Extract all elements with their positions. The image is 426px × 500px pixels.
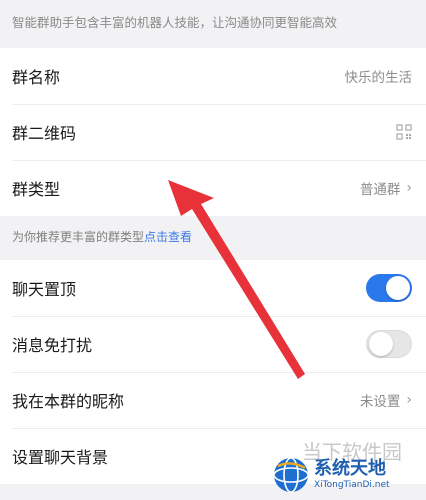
mute-label: 消息免打扰: [12, 336, 93, 355]
watermark-sub: XiTongTianDi.net: [314, 480, 390, 490]
nickname-row[interactable]: 我在本群的昵称 未设置 ›: [0, 372, 426, 428]
pin-chat-label: 聊天置顶: [12, 280, 77, 299]
group-settings-page: 智能群助手包含丰富的机器人技能，让沟通协同更智能高效 群名称 快乐的生活 群二维…: [0, 0, 426, 500]
nickname-value-wrap: 未设置 ›: [360, 390, 412, 410]
group-type-label: 群类型: [12, 180, 61, 199]
group-type-value-wrap: 普通群 ›: [360, 178, 412, 198]
mute-toggle[interactable]: [366, 330, 412, 358]
watermark-logo: 系统天地 XiTongTianDi.net: [272, 454, 422, 496]
group-name-label: 群名称: [12, 68, 61, 87]
group-info-section: 群名称 快乐的生活 群二维码 群类型 普通群 ›: [0, 48, 426, 216]
group-qr-label: 群二维码: [12, 124, 77, 143]
globe-logo-icon: [273, 457, 309, 493]
group-type-row[interactable]: 群类型 普通群 ›: [0, 160, 426, 216]
chevron-right-icon: ›: [406, 180, 412, 196]
toggle-knob: [369, 332, 393, 356]
group-qr-row[interactable]: 群二维码: [0, 104, 426, 160]
group-type-value: 普通群: [359, 182, 401, 198]
view-more-link[interactable]: 点击查看: [144, 230, 192, 244]
pin-chat-toggle[interactable]: [366, 274, 412, 302]
qr-code-icon: [396, 124, 412, 140]
chat-background-label: 设置聊天背景: [12, 448, 109, 467]
nickname-value: 未设置: [359, 394, 401, 410]
watermark-title: 系统天地: [314, 458, 386, 479]
toggle-knob: [386, 276, 410, 300]
group-name-row[interactable]: 群名称 快乐的生活: [0, 48, 426, 104]
mute-row: 消息免打扰: [0, 316, 426, 372]
group-type-hint-text: 为你推荐更丰富的群类型: [12, 230, 145, 244]
nickname-label: 我在本群的昵称: [12, 392, 125, 411]
watermark-words: 系统天地 XiTongTianDi.net: [314, 460, 390, 490]
pin-chat-row: 聊天置顶: [0, 260, 426, 316]
group-type-hint: 为你推荐更丰富的群类型点击查看: [0, 216, 426, 260]
chevron-right-icon: ›: [406, 392, 412, 408]
assistant-tip: 智能群助手包含丰富的机器人技能，让沟通协同更智能高效: [0, 0, 426, 48]
group-name-value: 快乐的生活: [344, 70, 413, 86]
